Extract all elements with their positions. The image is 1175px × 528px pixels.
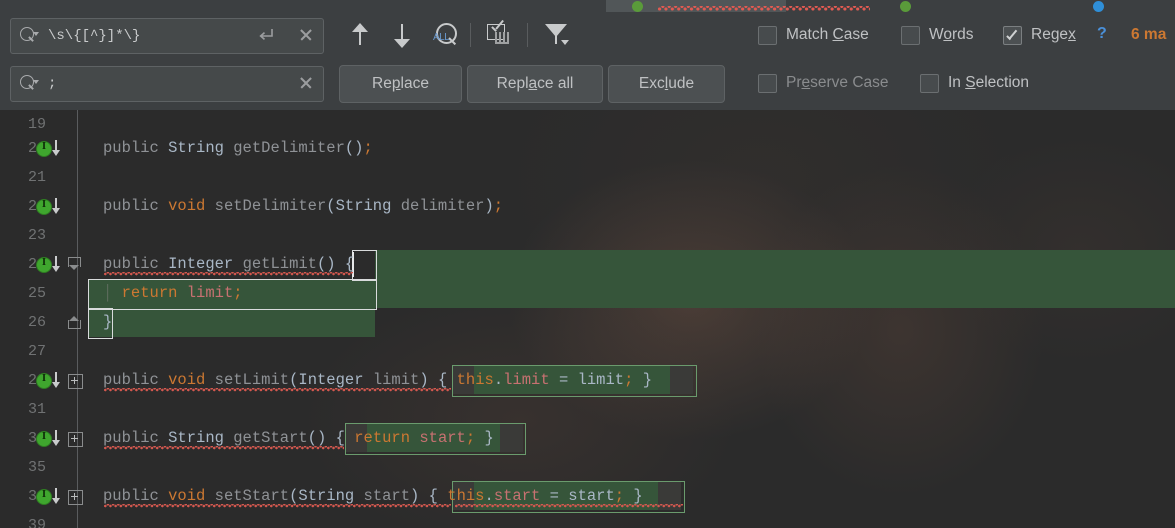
- replace-row: ; Replace Replace all Exclude Preserve C…: [0, 65, 1175, 110]
- filter-icon[interactable]: [539, 18, 573, 52]
- find-all-label: ALL: [433, 32, 450, 43]
- inspection-squiggle: [104, 272, 353, 276]
- inspection-squiggle: [455, 504, 683, 508]
- code-fold-open-icon[interactable]: [68, 257, 81, 271]
- search-icon[interactable]: [20, 27, 39, 43]
- newline-toggle-icon[interactable]: [257, 27, 275, 43]
- match-count-label: 6 ma: [1131, 26, 1167, 43]
- replace-button[interactable]: Replace: [339, 65, 462, 103]
- replace-button-label: Replace: [372, 75, 429, 92]
- line-number: 21: [27, 169, 46, 186]
- code-line: public String getDelimiter();: [103, 139, 373, 157]
- line-number: 23: [27, 227, 46, 244]
- file-icon-3: [1093, 1, 1104, 12]
- search-icon[interactable]: [20, 75, 39, 91]
- line-number: 25: [27, 285, 46, 302]
- code-fold-end-icon[interactable]: [68, 316, 81, 329]
- select-all-occurrences-icon[interactable]: [481, 18, 515, 52]
- exclude-button-label: Exclude: [638, 75, 695, 92]
- inspection-squiggle: [104, 504, 451, 508]
- regex-checkbox[interactable]: Regex: [1003, 24, 1076, 46]
- preserve-case-checkbox[interactable]: Preserve Case: [758, 72, 889, 94]
- toolbar-separator: [527, 23, 528, 47]
- preserve-case-label: Preserve Case: [786, 74, 889, 91]
- line-number: 31: [27, 401, 46, 418]
- replace-all-button-label: Replace all: [496, 75, 574, 92]
- editor-line-row: 28 public void setLimit(Integer limit) {…: [0, 366, 1175, 395]
- exclude-button[interactable]: Exclude: [608, 65, 725, 103]
- line-number: 35: [27, 459, 46, 476]
- code-fold-collapsed-icon[interactable]: [68, 374, 83, 389]
- editor-line-row: 31: [0, 395, 1175, 424]
- find-row: \s\{[^}]*\} ALL Match Case Words Regex ?…: [0, 18, 1175, 62]
- words-checkbox[interactable]: Words: [901, 24, 974, 46]
- editor-line-row: 39: [0, 511, 1175, 528]
- editor-line-row: 26 }: [0, 308, 1175, 337]
- replace-field[interactable]: ;: [10, 66, 324, 102]
- editor-line-row: 21: [0, 163, 1175, 192]
- editor-line-row: 35: [0, 453, 1175, 482]
- find-next-button[interactable]: [385, 18, 419, 52]
- clear-replace-icon[interactable]: [298, 75, 314, 91]
- editor-line-row: 27: [0, 337, 1175, 366]
- implementing-method-icon[interactable]: [36, 430, 64, 447]
- regex-help-icon[interactable]: ?: [1097, 25, 1107, 43]
- implementing-method-icon[interactable]: [36, 198, 64, 215]
- editor-line-row: 32 public String getStart() { return sta…: [0, 424, 1175, 453]
- search-input-value[interactable]: \s\{[^}]*\}: [48, 19, 140, 53]
- java-file-icon-2: [900, 1, 911, 12]
- code-line: │ return limit;: [103, 284, 243, 302]
- inspection-squiggle: [104, 388, 451, 392]
- regex-label: Regex: [1031, 26, 1076, 43]
- match-case-label: Match Case: [786, 26, 869, 43]
- code-editor[interactable]: 19 20 public String getDelimiter(); 21 2…: [0, 110, 1175, 528]
- words-label: Words: [929, 26, 974, 43]
- checkbox-box[interactable]: [758, 73, 777, 93]
- line-number: 27: [27, 343, 46, 360]
- checkbox-box[interactable]: [758, 25, 777, 45]
- replace-input-value[interactable]: ;: [48, 67, 56, 101]
- find-all-icon[interactable]: ALL: [427, 18, 461, 52]
- editor-line-row: 20 public String getDelimiter();: [0, 134, 1175, 163]
- in-selection-checkbox[interactable]: In Selection: [920, 72, 1029, 94]
- implementing-method-icon[interactable]: [36, 256, 64, 273]
- code-fold-collapsed-icon[interactable]: [68, 490, 83, 505]
- in-selection-label: In Selection: [948, 74, 1030, 91]
- clear-search-icon[interactable]: [298, 27, 314, 43]
- checkbox-box[interactable]: [920, 73, 939, 93]
- checkbox-box[interactable]: [901, 25, 920, 45]
- checkbox-box[interactable]: [1003, 25, 1022, 45]
- implementing-method-icon[interactable]: [36, 372, 64, 389]
- search-field[interactable]: \s\{[^}]*\}: [10, 18, 324, 54]
- code-line: }: [103, 313, 113, 331]
- line-number: 39: [27, 517, 46, 528]
- ide-window: 19 20 public String getDelimiter(); 21 2…: [0, 0, 1175, 528]
- editor-line-row: 24 public Integer getLimit() {: [0, 250, 1175, 279]
- editor-line-row: 36 public void setStart(String start) { …: [0, 482, 1175, 511]
- code-line: public void setDelimiter(String delimite…: [103, 197, 504, 215]
- find-previous-button[interactable]: [343, 18, 377, 52]
- java-file-icon: [632, 1, 643, 12]
- match-case-checkbox[interactable]: Match Case: [758, 24, 869, 46]
- editor-line-row: 25 │ return limit;: [0, 279, 1175, 308]
- implementing-method-icon[interactable]: [36, 488, 64, 505]
- editor-line-row: 23: [0, 221, 1175, 250]
- find-replace-panel: \s\{[^}]*\} ALL Match Case Words Regex ?…: [0, 12, 1175, 110]
- inspection-squiggle: [104, 446, 344, 450]
- line-number: 26: [27, 314, 46, 331]
- replace-all-button[interactable]: Replace all: [467, 65, 603, 103]
- editor-line-row: 22 public void setDelimiter(String delim…: [0, 192, 1175, 221]
- implementing-method-icon[interactable]: [36, 140, 64, 157]
- code-fold-collapsed-icon[interactable]: [68, 432, 83, 447]
- toolbar-separator: [470, 23, 471, 47]
